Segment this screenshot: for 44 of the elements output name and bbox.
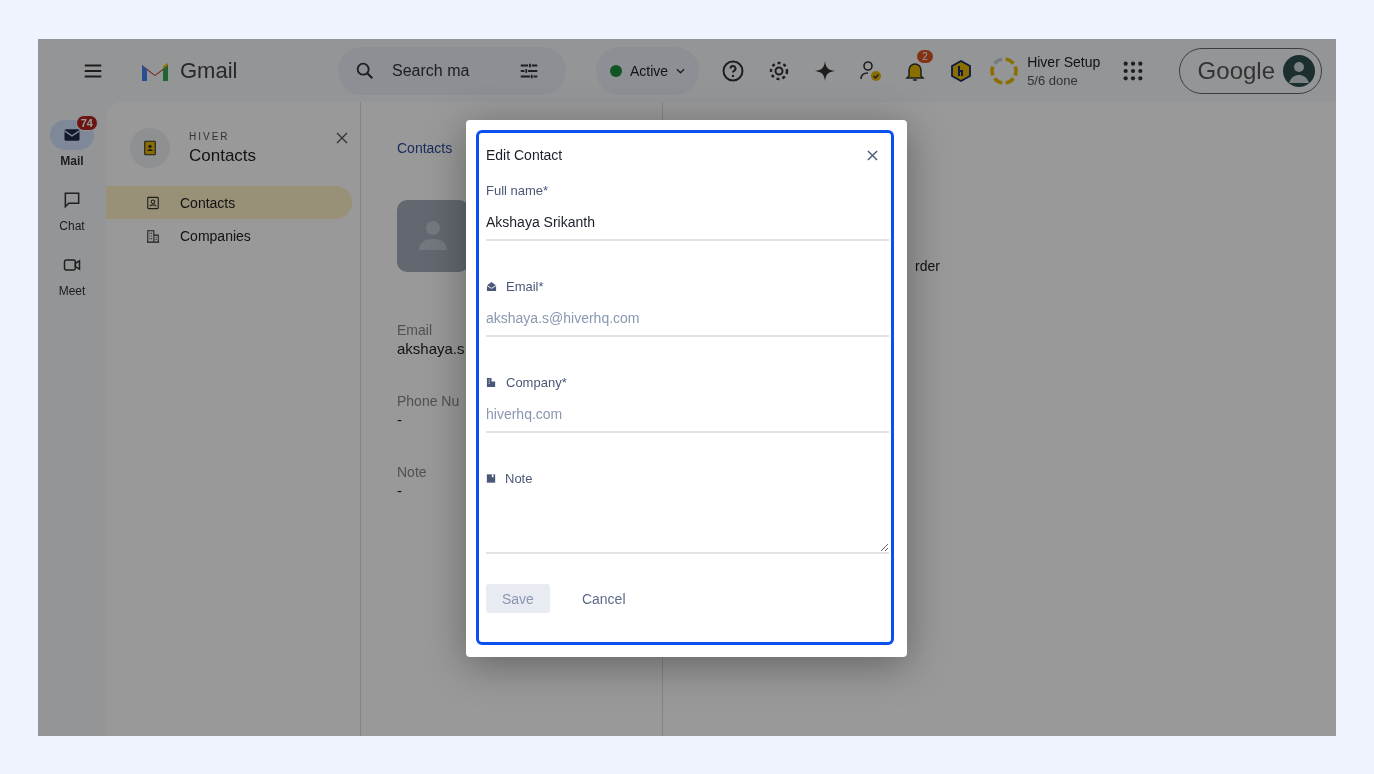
brand-label: HIVER	[189, 130, 231, 142]
contacts-book-icon	[130, 128, 170, 168]
rail-item[interactable]: Chat	[44, 178, 100, 233]
field-label: Phone Nu	[397, 393, 460, 409]
cancel-button[interactable]: Cancel	[575, 589, 632, 608]
rail-item[interactable]: Meet	[44, 243, 100, 298]
status-dot	[610, 64, 622, 77]
building-icon	[146, 228, 160, 243]
contact-avatar	[397, 200, 469, 272]
search-field[interactable]: Search ma	[390, 60, 504, 81]
hexagon-logo-icon[interactable]	[949, 58, 974, 83]
nav-item[interactable]: Companies	[106, 219, 352, 252]
close-icon[interactable]	[336, 132, 348, 144]
panel-title: Contacts	[189, 145, 258, 166]
unread-count: 74	[75, 115, 98, 131]
rail-item[interactable]: 74 Mail	[44, 113, 100, 168]
app-name: Gmail	[180, 57, 239, 84]
dialog-title: Edit Contact	[486, 147, 563, 163]
chat-icon	[62, 190, 82, 210]
nav-item[interactable]: Contacts	[106, 186, 352, 219]
status-button[interactable]: Active	[596, 46, 700, 95]
field-value: -	[397, 482, 402, 499]
apps-grid-icon[interactable]	[1122, 59, 1145, 82]
avatar-icon	[1283, 54, 1315, 87]
field-label: Full name*	[486, 183, 549, 198]
field-label: Email*	[506, 279, 544, 294]
caret-icon	[676, 67, 686, 74]
notebook-icon	[486, 473, 496, 484]
field-label: Email	[397, 322, 432, 338]
field-label: Note	[505, 471, 533, 486]
setup-title[interactable]: Hiver Setup	[1027, 53, 1101, 70]
notification-count: 2	[917, 49, 933, 63]
building-icon	[486, 377, 497, 388]
contact-card-icon	[146, 195, 160, 210]
setup-progress: 5/6 done	[1027, 72, 1079, 88]
help-icon[interactable]	[721, 58, 746, 83]
field-label: Note	[397, 464, 427, 480]
close-icon[interactable]	[867, 149, 878, 161]
field-value: akshaya.s	[397, 340, 465, 357]
envelope-icon	[486, 281, 497, 292]
user-check-icon[interactable]	[859, 58, 884, 83]
field-label: Company*	[506, 375, 567, 390]
field-value: -	[397, 411, 402, 428]
partial-text: rder	[915, 258, 940, 274]
